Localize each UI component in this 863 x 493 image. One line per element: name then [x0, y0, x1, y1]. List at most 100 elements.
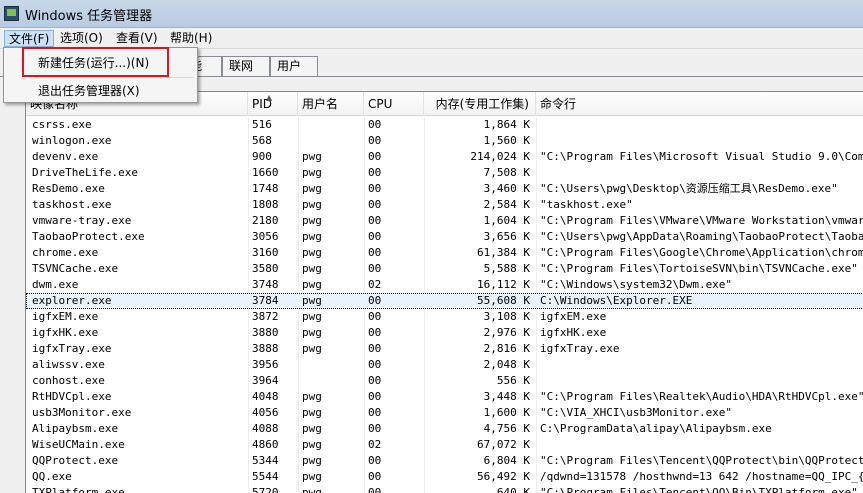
table-row[interactable]: igfxHK.exe 3880 pwg 00 2,976 K igfxHK.exe: [26, 325, 863, 341]
table-row[interactable]: csrss.exe 516 00 1,864 K: [26, 117, 863, 133]
cell-memory: 56,492 K: [477, 470, 530, 483]
cell-user-name: pwg: [302, 390, 322, 403]
menu-view[interactable]: 查看(V): [112, 30, 162, 47]
menu-file[interactable]: 文件(F): [4, 30, 55, 47]
cell-cpu: 00: [368, 342, 382, 355]
cell-memory: 55,608 K: [477, 294, 530, 307]
cell-memory: 7,508 K: [483, 166, 530, 179]
table-row[interactable]: devenv.exe 900 pwg 00 214,024 K "C:\Program F…: [26, 149, 863, 165]
table-row[interactable]: WiseUCMain.exe 4860 pwg 02 67,072 K: [26, 437, 863, 453]
table-row[interactable]: dwm.exe 3748 pwg 02 16,112 K "C:\Windows\syst…: [26, 277, 863, 293]
cell-image-name: ResDemo.exe: [32, 182, 105, 195]
task-manager-icon: [4, 6, 19, 21]
cell-image-name: QQ.exe: [32, 470, 72, 483]
table-row[interactable]: QQ.exe 5544 pwg 00 56,492 K/qdwnd=131578 /ho…: [26, 469, 863, 485]
menu-help[interactable]: 帮助(H): [166, 30, 216, 47]
menu-item-exit[interactable]: 退出任务管理器(X): [5, 80, 196, 102]
cell-pid: 4860: [252, 438, 279, 451]
cell-cpu: 02: [368, 438, 382, 451]
table-row[interactable]: QQProtect.exe 5344 pwg 00 6,804 K "C:\Program…: [26, 453, 863, 469]
cell-pid: 4056: [252, 406, 279, 419]
cell-command-line: [540, 117, 863, 133]
table-row[interactable]: RtHDVCpl.exe 4048 pwg 00 3,448 K "C:\Program …: [26, 389, 863, 405]
cell-cpu: 00: [368, 198, 382, 211]
table-row[interactable]: TaobaoProtect.exe 3056 pwg 00 3,656 K "C:\Use…: [26, 229, 863, 245]
table-row[interactable]: chrome.exe 3160 pwg 00 61,384 K "C:\Program F…: [26, 245, 863, 261]
tab-networking[interactable]: 联网: [222, 56, 270, 76]
cell-command-line: /qdwnd=131578 /hosthwnd=13 642 /hostname…: [540, 470, 863, 483]
cell-user-name: pwg: [302, 406, 322, 419]
cell-pid: 1808: [252, 198, 279, 211]
cell-image-name: igfxEM.exe: [32, 310, 99, 323]
cell-cpu: 00: [368, 406, 382, 419]
cell-user-name: pwg: [302, 198, 322, 211]
cell-command-line: C:\Windows\Explorer.EXE: [540, 294, 693, 307]
table-row[interactable]: TSVNCache.exe 3580 pwg 00 5,588 K "C:\Program…: [26, 261, 863, 277]
cell-pid: 1660: [252, 166, 279, 179]
column-memory[interactable]: 内存(专用工作集): [424, 92, 536, 116]
column-user-name[interactable]: 用户名: [298, 92, 364, 116]
table-row[interactable]: aliwssv.exe 3956 00 2,048 K: [26, 357, 863, 373]
table-row[interactable]: vmware-tray.exe 2180 pwg 00 1,604 K "C:\Progr…: [26, 213, 863, 229]
cell-cpu: 00: [368, 374, 382, 387]
table-row[interactable]: conhost.exe 3964 00 556 K: [26, 373, 863, 389]
column-cpu[interactable]: CPU: [364, 92, 424, 116]
cell-image-name: Alipaybsm.exe: [32, 422, 119, 435]
process-list[interactable]: 映像名称 PID ▲ 用户名 CPU 内存(专用工作集) 命令行 csrss.e…: [25, 91, 863, 493]
cell-memory: 61,384 K: [477, 246, 530, 259]
cell-image-name: explorer.exe: [32, 294, 112, 307]
cell-command-line: "C:\Program Files\TortoiseSVN\bin\TSVNCa…: [540, 262, 858, 275]
cell-image-name: conhost.exe: [32, 374, 105, 387]
table-row[interactable]: usb3Monitor.exe 4056 pwg 00 1,600 K "C:\VIA_X…: [26, 405, 863, 421]
cell-pid: 3880: [252, 326, 279, 339]
sort-ascending-icon: ▲: [266, 93, 273, 102]
table-row[interactable]: DriveTheLife.exe 1660 pwg 00 7,508 K: [26, 165, 863, 181]
cell-memory: 3,656 K: [483, 230, 530, 243]
window-title: Windows 任务管理器: [25, 9, 153, 24]
cell-user-name: pwg: [302, 150, 322, 163]
table-row[interactable]: TXPlatform.exe 5720 pwg 00 640 K "C:\Program …: [26, 485, 863, 493]
cell-memory: 2,816 K: [483, 342, 530, 355]
column-pid[interactable]: PID: [248, 92, 298, 116]
cell-image-name: csrss.exe: [32, 118, 92, 131]
cell-command-line: "C:\Program Files\Tencent\QQProtect\bin\…: [540, 454, 863, 467]
table-row[interactable]: explorer.exe 3784 pwg 00 55,608 K C:\Windows\…: [26, 293, 863, 309]
cell-user-name: pwg: [302, 182, 322, 195]
cell-image-name: WiseUCMain.exe: [32, 438, 125, 451]
cell-user-name: pwg: [302, 230, 322, 243]
cell-image-name: vmware-tray.exe: [32, 214, 132, 227]
column-command-line[interactable]: 命令行: [536, 92, 863, 116]
cell-image-name: QQProtect.exe: [32, 454, 119, 467]
cell-pid: 5344: [252, 454, 279, 467]
menu-options[interactable]: 选项(O): [56, 30, 107, 47]
tab-users[interactable]: 用户: [270, 56, 318, 76]
cell-pid: 3784: [252, 294, 279, 307]
cell-image-name: winlogon.exe: [32, 134, 112, 147]
table-row[interactable]: Alipaybsm.exe 4088 pwg 00 4,756 K C:\ProgramD…: [26, 421, 863, 437]
cell-command-line: "C:\Program Files\Google\Chrome\Applicat…: [540, 246, 863, 259]
cell-pid: 3580: [252, 262, 279, 275]
cell-memory: 3,460 K: [483, 182, 530, 195]
cell-cpu: 00: [368, 214, 382, 227]
title-bar: Windows 任务管理器: [0, 0, 863, 28]
table-row[interactable]: igfxEM.exe 3872 pwg 00 3,108 K igfxEM.exe: [26, 309, 863, 325]
cell-cpu: 00: [368, 230, 382, 243]
cell-command-line: "C:\Windows\system32\Dwm.exe": [540, 278, 733, 291]
cell-user-name: pwg: [302, 470, 322, 483]
cell-memory: 5,588 K: [483, 262, 530, 275]
table-row[interactable]: ResDemo.exe 1748 pwg 00 3,460 K "C:\Users\pwg…: [26, 181, 863, 197]
cell-cpu: 00: [368, 486, 382, 493]
cell-pid: 2180: [252, 214, 279, 227]
table-row[interactable]: igfxTray.exe 3888 pwg 00 2,816 K igfxTray.exe: [26, 341, 863, 357]
cell-image-name: aliwssv.exe: [32, 358, 105, 371]
cell-memory: 2,976 K: [483, 326, 530, 339]
cell-memory: 1,604 K: [483, 214, 530, 227]
cell-pid: 3056: [252, 230, 279, 243]
cell-cpu: 00: [368, 118, 382, 131]
cell-pid: 3964: [252, 374, 279, 387]
cell-command-line: "C:\Users\pwg\AppData\Roaming\TaobaoProt…: [540, 230, 863, 243]
cell-command-line: "C:\Program Files\VMware\VMware Workstat…: [540, 214, 863, 227]
cell-pid: 3888: [252, 342, 279, 355]
table-row[interactable]: winlogon.exe 568 00 1,560 K: [26, 133, 863, 149]
table-row[interactable]: taskhost.exe 1808 pwg 00 2,584 K "taskhost.ex…: [26, 197, 863, 213]
